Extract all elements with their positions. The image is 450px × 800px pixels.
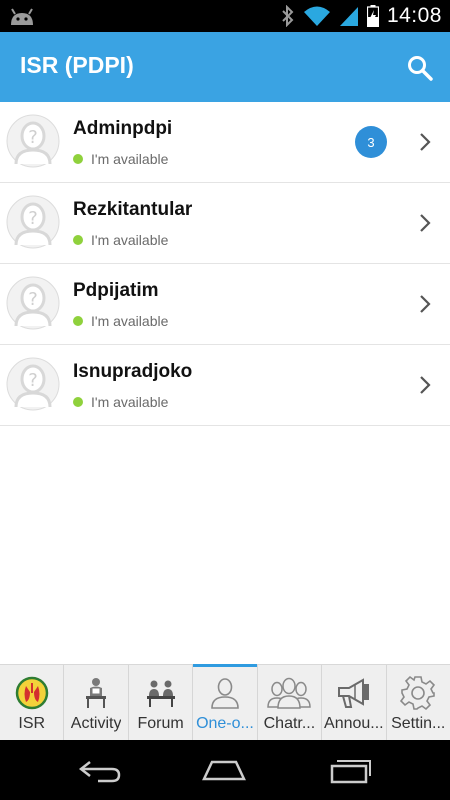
app-bar: ISR (PDPI)	[0, 32, 450, 102]
tab-isr[interactable]: ISR	[0, 665, 65, 741]
person-icon	[211, 678, 239, 709]
tab-settings[interactable]: Settin...	[387, 665, 450, 741]
tab-label: ISR	[18, 715, 46, 732]
status-time: 14:08	[386, 4, 442, 27]
contact-name: Isnupradjoko	[73, 361, 193, 382]
group-icon	[267, 677, 312, 709]
app-title: ISR (PDPI)	[20, 52, 134, 78]
meeting-icon	[146, 680, 175, 707]
signal-icon	[339, 7, 358, 26]
contact-status: I'm available	[73, 232, 168, 248]
avatar-placeholder-icon: ?	[6, 357, 60, 411]
status-bar: 14:08	[0, 0, 450, 32]
contact-status: I'm available	[73, 151, 168, 167]
recent-apps-icon[interactable]	[328, 756, 372, 784]
tab-activity[interactable]: Activity	[64, 665, 129, 741]
tab-forum[interactable]: Forum	[129, 665, 194, 741]
tab-announcement[interactable]: Annou...	[322, 665, 387, 741]
contact-row[interactable]: ? Adminpdpi I'm available 3	[0, 102, 450, 183]
contact-status: I'm available	[73, 313, 168, 329]
avatar-placeholder-icon: ?	[6, 195, 60, 249]
svg-text:?: ?	[28, 289, 38, 310]
tab-label: Annou...	[324, 715, 384, 732]
chevron-right-icon	[420, 133, 431, 151]
bluetooth-icon	[282, 5, 294, 27]
contact-row[interactable]: ? Isnupradjoko I'm available	[0, 345, 450, 426]
avatar-placeholder-icon: ?	[6, 114, 60, 168]
contact-status-text: I'm available	[91, 232, 169, 248]
battery-charging-icon	[366, 5, 379, 27]
contact-name: Rezkitantular	[73, 199, 193, 220]
home-icon[interactable]	[202, 756, 246, 784]
contact-list: ? Adminpdpi I'm available 3 ? Rezkitantu…	[0, 102, 450, 426]
android-notification-icon	[11, 8, 33, 25]
contact-name: Adminpdpi	[73, 118, 173, 139]
contact-row[interactable]: ? Pdpijatim I'm available	[0, 264, 450, 345]
available-status-icon	[73, 154, 83, 164]
tab-chatroom[interactable]: Chatr...	[258, 665, 323, 741]
isr-logo-icon	[15, 676, 48, 710]
tab-label: Activity	[70, 715, 122, 732]
unread-count-badge: 3	[355, 126, 387, 158]
tab-label: Chatr...	[263, 715, 316, 732]
contact-status-text: I'm available	[91, 313, 169, 329]
available-status-icon	[73, 235, 83, 245]
back-icon[interactable]	[78, 756, 122, 784]
contact-status-text: I'm available	[91, 151, 169, 167]
wifi-icon	[303, 6, 330, 26]
svg-text:?: ?	[28, 127, 38, 148]
tab-label: Forum	[137, 715, 184, 732]
megaphone-icon	[337, 678, 369, 708]
tab-label: One-o...	[196, 715, 254, 732]
chevron-right-icon	[420, 295, 431, 313]
system-navigation-bar	[0, 740, 450, 800]
chevron-right-icon	[420, 376, 431, 394]
bottom-tab-bar: ISR Activity Forum One-o... Chatr... Ann…	[0, 664, 450, 741]
avatar-placeholder-icon: ?	[6, 276, 60, 330]
available-status-icon	[73, 316, 83, 326]
svg-text:?: ?	[28, 370, 38, 391]
contact-row[interactable]: ? Rezkitantular I'm available	[0, 183, 450, 264]
contact-name: Pdpijatim	[73, 280, 159, 301]
search-icon[interactable]	[406, 54, 434, 82]
gear-icon	[400, 675, 436, 711]
tab-one-on-one[interactable]: One-o...	[193, 664, 258, 741]
tab-label: Settin...	[391, 715, 446, 732]
contact-status: I'm available	[73, 394, 168, 410]
available-status-icon	[73, 397, 83, 407]
presenter-icon	[86, 678, 107, 708]
contact-status-text: I'm available	[91, 394, 169, 410]
svg-text:?: ?	[28, 208, 38, 229]
chevron-right-icon	[420, 214, 431, 232]
